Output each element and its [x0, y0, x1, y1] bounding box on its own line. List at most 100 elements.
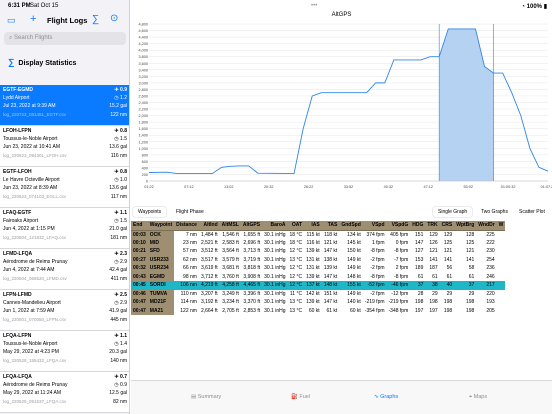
column-header[interactable]: TRK [425, 221, 440, 231]
y-tick-label: 1,400 [138, 134, 148, 138]
table-cell: EGMD [147, 272, 175, 281]
table-cell: -7 fpm [394, 256, 409, 263]
altitude-chart[interactable]: 4,800 4,600 4,400 4,200 4,000 3,800 3,600 3,400… [131, 20, 552, 203]
tab-fuel[interactable]: ⛽ Fuel [291, 394, 310, 400]
table-cell: 139 kt [306, 248, 320, 255]
table-cell: 187 [429, 265, 438, 272]
table-cell: 18 °C [289, 231, 303, 238]
table-row[interactable]: 00:27 USR233 62 nm 3,517 ft 3,579 ft 3,719 ft… [131, 255, 505, 264]
tab-summary[interactable]: ▤ Summary [191, 394, 221, 400]
flight-list-item[interactable]: EGTF-LFOH ✈ 0.8 ◷ 1.0 Le Havre Octeville Ai… [0, 167, 129, 208]
flight-fuel-rate: ◷ 1.4 [114, 341, 127, 347]
column-header[interactable]: CRS [439, 221, 455, 231]
flight-log-file: log_220623_074103_EGLL.csv [3, 194, 67, 199]
column-header[interactable]: AltMSL [219, 221, 241, 231]
flight-list-item[interactable]: LFPN-LFMD ✈ 2.5 ◷ 2.9 Cannes-Mandelieu Airp… [0, 290, 129, 331]
column-header[interactable]: AltInd [198, 221, 220, 231]
flight-date: Jun 23, 2022 at 8:39 AM [3, 185, 58, 191]
table-cell: 141 [429, 256, 438, 263]
column-header[interactable]: AltGPS [240, 221, 263, 231]
flight-hours: ✈ 0.7 [114, 374, 127, 380]
table-cell: 13 °C [289, 256, 303, 263]
search-input[interactable]: ⌕ Search Flights [4, 32, 126, 45]
table-row[interactable]: 00:47 MA21 122 nm 2,664 ft 2,705 ft 2,853 ft 3… [131, 306, 506, 316]
table-cell: 220 [486, 290, 495, 297]
y-tick-label: 1,800 [138, 121, 148, 125]
column-header[interactable]: BaroA [262, 221, 288, 231]
column-header[interactable]: Distance [174, 221, 199, 231]
column-header[interactable]: GndSpd [339, 221, 363, 231]
multitask-dots[interactable]: ••• [311, 3, 317, 9]
column-header[interactable]: End [131, 221, 148, 231]
tab-two-graphs[interactable]: Two Graphs [476, 207, 513, 217]
table-cell [497, 290, 506, 299]
sidebar-toggle-icon[interactable]: ▭ [7, 15, 16, 26]
flight-fuel-rate: ◷ 1.5 [114, 136, 127, 142]
column-header[interactable]: WndDr [476, 221, 497, 231]
table-cell: 58 [468, 265, 475, 272]
table-cell: 3,512 ft [200, 248, 218, 255]
flight-route: LFQA-LFQA [3, 374, 32, 380]
column-header[interactable]: OAT [287, 221, 305, 231]
flight-fuel-used: 13.6 gal [109, 185, 127, 191]
column-header[interactable]: HDG [410, 221, 426, 231]
flight-list-item[interactable]: LFMD-LFQA ✈ 2.3 ◷ 2.9 Aérodrome de Reims Pr… [0, 249, 129, 290]
table-row[interactable]: 00:43 EGMD 98 nm 3,712 ft 3,760 ft 3,908 ft 30… [131, 272, 505, 281]
table-cell [497, 239, 506, 248]
table-cell: 147 kt [323, 273, 338, 280]
tab-single-graph[interactable]: Single Graph [433, 207, 473, 217]
tab-scatter-plot[interactable]: Scatter Plot [514, 207, 550, 217]
table-cell: 11 °C [289, 290, 303, 297]
add-icon[interactable]: + [30, 13, 36, 25]
table-cell: 128 [465, 231, 475, 238]
sigma-icon[interactable]: ∑ [92, 14, 99, 25]
flight-list-item[interactable]: LFQA-LFPN ✈ 1.1 ◷ 1.4 Toussus-le-Noble Airp… [0, 331, 129, 372]
table-cell: 405 fpm [390, 231, 409, 238]
table-cell: SORDI [147, 281, 175, 290]
table-row[interactable]: 00:10 MID 23 nm 2,521 ft 2,583 ft 2,696 ft 30.… [131, 238, 506, 248]
flight-list-item[interactable]: EGTF-EGMD ✈ 0.9 ◷ 1.2 Lydd Airport Jul 23, 2… [0, 85, 129, 126]
column-header[interactable]: IAS [304, 221, 322, 231]
table-row[interactable]: 00:45 SORDI 106 nm 4,219 ft 4,258 ft 4,465 ft… [131, 281, 506, 290]
table-cell: 37 [410, 281, 426, 290]
table-cell: OCK [147, 230, 175, 239]
flight-list-item[interactable]: LFAQ-EGTF ✈ 1.1 ◷ 1.5 Fairoaks Airport Jun 4… [0, 208, 129, 249]
y-tick-label: 4,200 [138, 42, 148, 46]
table-row[interactable]: 00:03 OCK 7 nm 1,484 ft 1,546 ft 1,655 ft 30.1… [131, 230, 505, 239]
column-header[interactable]: W [496, 221, 506, 231]
table-cell [497, 230, 506, 239]
tab-summary-label: Summary [197, 394, 222, 400]
table-cell: 149 kt [347, 265, 361, 272]
tab-maps[interactable]: ⌖ Maps [469, 394, 487, 401]
more-icon[interactable]: ⊙ [110, 13, 118, 24]
column-header[interactable]: Waypoint [147, 221, 175, 231]
table-cell: 121 [429, 248, 438, 255]
column-header[interactable]: WptBrg [454, 221, 477, 231]
table-cell: 131 kt [306, 256, 320, 263]
table-cell: 3,760 ft [222, 273, 239, 280]
tab-waypoints[interactable]: Waypoints [133, 207, 167, 217]
table-cell: 2,664 ft [200, 307, 218, 314]
flight-list-item[interactable]: LFQA-LFQA ✈ 0.7 ◷ 0.9 Aérodrome de Reims Pr… [0, 372, 129, 413]
table-cell: 30.1 inHg [264, 299, 286, 306]
table-cell: -46 fpm [386, 281, 411, 290]
column-header[interactable]: VSpdG [386, 221, 411, 231]
table-cell: 137 kt [304, 281, 322, 290]
table-row[interactable]: 00:21 SFD 57 nm 3,512 ft 3,564 ft 3,713 ft 30.… [131, 247, 505, 256]
display-statistics-button[interactable]: ∑ Display Statistics [0, 54, 129, 68]
table-row[interactable]: 00:46 TUMVA 110 nm 3,207 ft 3,249 ft 3,396 ft… [131, 289, 506, 299]
column-header[interactable]: VSpd [362, 221, 387, 231]
tab-graphs[interactable]: ∿ Graphs [374, 394, 398, 400]
waypoint-table-container[interactable]: End Waypoint Distance AltInd AltMSL AltGPS Bar… [131, 221, 552, 331]
table-cell [497, 307, 506, 316]
table-cell: 3,719 ft [243, 256, 261, 263]
table-row[interactable]: 00:32 USR234 66 nm 3,619 ft 3,681 ft 3,818 ft… [131, 264, 505, 273]
flight-date: Jun 4, 2022 at 1:15 PM [3, 226, 55, 232]
table-row[interactable]: 00:47 MD21F 114 nm 3,192 ft 3,234 ft 3,370 ft… [131, 298, 505, 307]
flight-list-item[interactable]: LFOH-LFPN ✈ 0.8 ◷ 1.5 Toussus-le-Noble Airp… [0, 126, 129, 167]
tab-flight-phase[interactable]: Flight Phase [171, 207, 209, 217]
table-cell: 1,655 ft [243, 231, 261, 238]
column-header[interactable]: TAS [321, 221, 340, 231]
table-cell: 2 fpm [395, 265, 409, 272]
x-tick-label: 53:02 [463, 185, 473, 189]
